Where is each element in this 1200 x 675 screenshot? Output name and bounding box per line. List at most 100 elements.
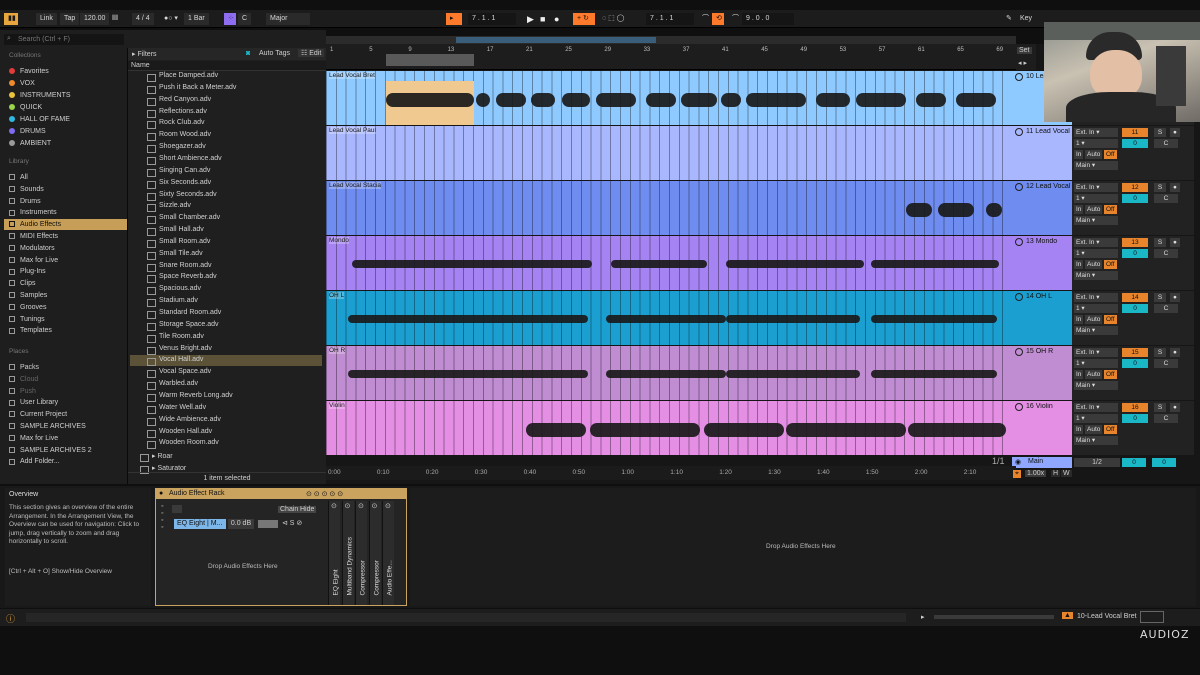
track-number-button[interactable]: 16 <box>1122 403 1148 412</box>
device-column[interactable]: EQ Eight ⊙ <box>328 501 340 605</box>
cue-button[interactable]: C <box>1154 139 1178 148</box>
library-item[interactable]: Plug-Ins <box>9 266 46 277</box>
monitor-auto[interactable]: Auto <box>1085 370 1103 379</box>
preset-item[interactable]: Singing Can.adv <box>146 167 210 177</box>
preset-item[interactable]: Small Room.adv <box>146 238 210 248</box>
preset-item[interactable]: Red Canyon.adv <box>146 96 211 106</box>
track-lane[interactable]: OH R <box>326 346 1012 400</box>
track-header[interactable]: 13 Mondo <box>1012 236 1072 290</box>
time-ruler[interactable]: 0:00 0:10 0:20 0:30 0:40 0:50 1:00 1:10 1:20 1:30… <box>326 466 1016 480</box>
device-power-icon[interactable]: ⊙ <box>372 502 378 510</box>
tempo-field[interactable]: 120.00 <box>80 13 110 25</box>
draw-mode-icon[interactable]: ✎ <box>1002 13 1016 25</box>
zoom-field[interactable]: 1.00x <box>1025 470 1047 477</box>
solo-button[interactable]: S <box>1154 293 1166 302</box>
collection-item[interactable]: AMBIENT <box>9 138 51 149</box>
solo-button[interactable]: S <box>1154 183 1166 192</box>
places-item[interactable]: Add Folder... <box>9 456 60 467</box>
monitor-auto[interactable]: Auto <box>1085 425 1103 434</box>
library-item[interactable]: MIDI Effects <box>9 231 58 242</box>
track-volume[interactable]: 0 <box>1122 414 1148 423</box>
follow-icon[interactable]: ▸ <box>446 13 462 25</box>
chain-button[interactable]: Chain <box>278 506 301 513</box>
punch-in-icon[interactable]: ⌒ <box>698 13 713 25</box>
preset-item[interactable]: Reflections.adv <box>147 108 207 118</box>
punch-out-icon[interactable]: ⌒ <box>728 13 743 25</box>
input-type-select[interactable]: Ext. In ▾ <box>1074 128 1118 137</box>
record-icon[interactable]: ● <box>550 13 563 25</box>
arm-button-icon[interactable]: ● <box>1170 128 1180 137</box>
monitor-in[interactable]: In <box>1074 205 1084 214</box>
quantize-select[interactable]: 1 Bar <box>184 13 209 25</box>
collection-item[interactable]: HALL OF FAME <box>9 114 70 125</box>
preset-item[interactable]: Small Hall.adv <box>147 226 204 237</box>
loop-length-field[interactable]: 9 . 0 . 0 <box>742 13 794 25</box>
edit-button[interactable]: ☷ Edit <box>298 49 325 57</box>
filters-toggle[interactable]: ▸ Filters <box>132 50 157 58</box>
track-header[interactable]: 14 OH L <box>1012 291 1072 345</box>
preset-item[interactable]: Wooden Hall.adv <box>146 428 212 438</box>
input-type-select[interactable]: Ext. In ▾ <box>1074 348 1118 357</box>
arm-button-icon[interactable]: ● <box>1170 293 1180 302</box>
macro-toggle-icon[interactable] <box>172 505 182 513</box>
cue-button[interactable]: C <box>1154 249 1178 258</box>
output-select[interactable]: Main ▾ <box>1074 161 1118 170</box>
track-play-icon[interactable] <box>1015 293 1023 301</box>
collection-item[interactable]: VOX <box>9 78 35 89</box>
track-header[interactable]: 15 OH R <box>1012 346 1072 400</box>
library-item[interactable]: Audio Effects <box>4 219 127 231</box>
track-play-icon[interactable] <box>1015 348 1023 356</box>
loop-icon[interactable]: ●○ ▾ <box>160 13 182 25</box>
input-channel-select[interactable]: 1 ▾ <box>1074 414 1118 423</box>
time-signature-field[interactable]: 4 / 4 <box>132 13 154 25</box>
track-volume[interactable]: 0 <box>1122 359 1148 368</box>
scale-toggle-icon[interactable]: ⁘ <box>224 13 236 25</box>
preset-item[interactable]: Vocal Hall.adv <box>146 356 203 367</box>
preset-item[interactable]: Place Damped.adv <box>146 72 218 82</box>
track-number-button[interactable]: 15 <box>1122 348 1148 357</box>
library-item[interactable]: Drums <box>9 196 41 207</box>
device-power-icon[interactable]: ⊙ <box>358 502 364 510</box>
solo-button[interactable]: S <box>1154 403 1166 412</box>
arm-button-icon[interactable]: ● <box>1170 403 1180 412</box>
input-channel-select[interactable]: 1 ▾ <box>1074 139 1118 148</box>
input-channel-select[interactable]: 1 ▾ <box>1074 194 1118 203</box>
places-item[interactable]: Cloud <box>9 374 38 385</box>
preset-item[interactable]: Wide Ambience.adv <box>147 416 221 426</box>
device-column[interactable]: Compressor ⊙ <box>368 501 381 605</box>
folder-item[interactable]: ▸ Saturator <box>139 464 186 474</box>
track-header[interactable]: 12 Lead Vocal Stacia <box>1012 181 1072 235</box>
loop-brace[interactable] <box>386 54 474 66</box>
places-item[interactable]: Push <box>9 386 36 397</box>
solo-button[interactable]: S <box>1154 128 1166 137</box>
preset-item[interactable]: Small Tile.adv <box>147 250 203 260</box>
monitor-in[interactable]: In <box>1074 425 1084 434</box>
hide-button[interactable]: Hide <box>298 506 317 513</box>
monitor-in[interactable]: In <box>1074 260 1084 269</box>
library-item[interactable]: Max for Live <box>9 255 58 266</box>
track-volume[interactable]: 0 <box>1122 194 1148 203</box>
track-number-button[interactable]: 13 <box>1122 238 1148 247</box>
places-item[interactable]: Packs <box>9 362 39 373</box>
cue-button[interactable]: C <box>1154 194 1178 203</box>
monitor-off[interactable]: Off <box>1104 315 1117 324</box>
library-item[interactable]: Tunings <box>9 314 45 325</box>
preset-item[interactable]: Vocal Space.adv <box>146 368 211 379</box>
preset-item[interactable]: Warbled.adv <box>146 380 198 391</box>
solo-button[interactable]: S <box>1154 348 1166 357</box>
input-channel-select[interactable]: 1 ▾ <box>1074 359 1118 368</box>
monitor-in[interactable]: In <box>1074 315 1084 324</box>
track-play-icon[interactable] <box>1015 183 1023 191</box>
monitor-auto[interactable]: Auto <box>1085 205 1103 214</box>
device-power-icon[interactable]: ⊙ <box>345 502 351 510</box>
input-channel-select[interactable]: 1 ▾ <box>1074 249 1118 258</box>
preset-item[interactable]: Warm Reverb Long.adv <box>147 392 233 402</box>
cue-button[interactable]: C <box>1154 304 1178 313</box>
preset-item[interactable]: Snare Room.adv <box>147 262 212 272</box>
device-column[interactable]: Multiband Dynamics ⊙ <box>341 501 354 605</box>
input-type-select[interactable]: Ext. In ▾ <box>1074 403 1118 412</box>
device-power-icon[interactable]: ⊙ <box>385 502 391 510</box>
track-volume[interactable]: 0 <box>1122 304 1148 313</box>
collection-item[interactable]: QUICK <box>9 102 42 113</box>
collection-item[interactable]: INSTRUMENTS <box>9 90 71 101</box>
